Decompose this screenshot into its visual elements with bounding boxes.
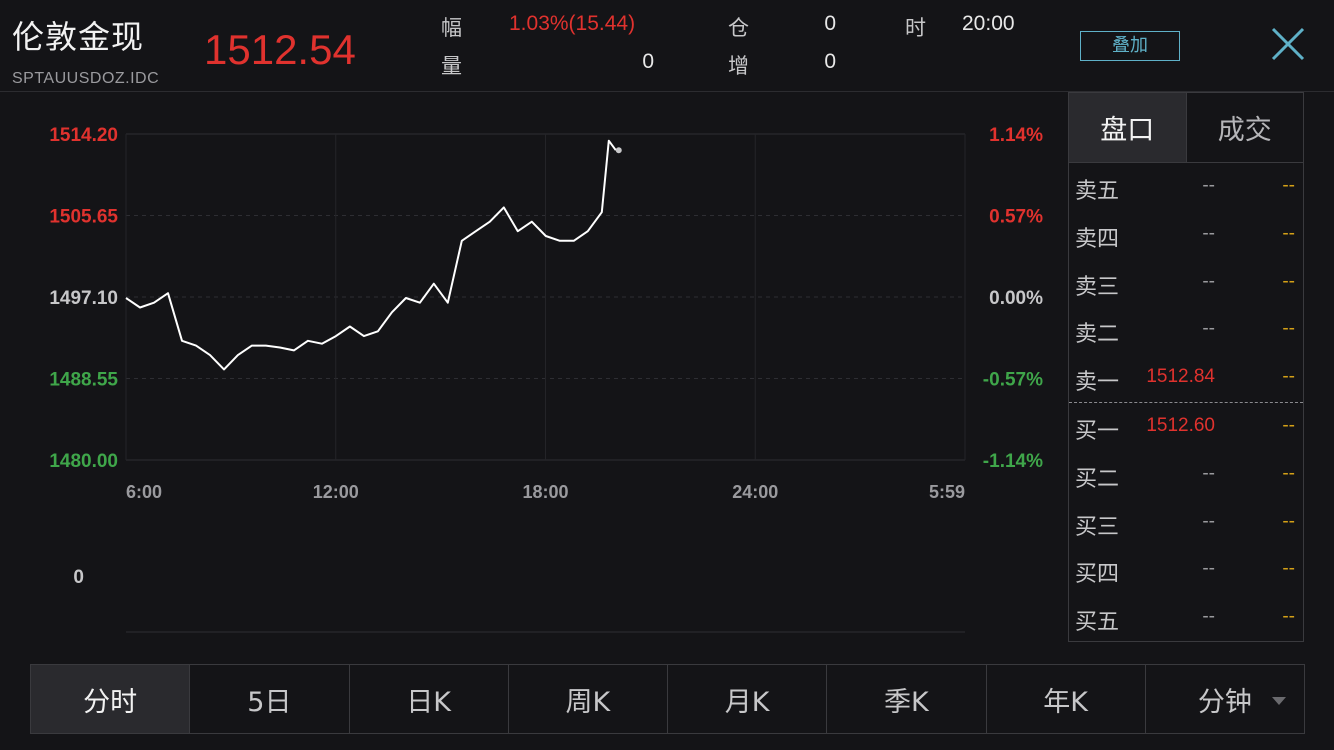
x-tick-label: 24:00 bbox=[732, 482, 778, 502]
bid-price: -- bbox=[1202, 606, 1215, 628]
bid-level-name: 买四 bbox=[1075, 562, 1120, 588]
increase-value: 0 bbox=[824, 50, 836, 73]
tab-trades[interactable]: 成交 bbox=[1187, 93, 1304, 162]
bid-price: -- bbox=[1202, 462, 1215, 484]
tab-daily-k[interactable]: 日K bbox=[350, 665, 509, 733]
ask-volume: -- bbox=[1282, 366, 1295, 388]
order-book-tabs: 盘口 成交 bbox=[1069, 93, 1303, 163]
header: 伦敦金现 SPTAUUSDOZ.IDC 1512.54 幅 1.03%(15.4… bbox=[0, 0, 1334, 92]
intraday-chart[interactable]: 1514.20 1.14% 1505.65 0.57% 1497.10 0.00% 1488… bbox=[0, 92, 1060, 652]
bid-volume: -- bbox=[1282, 414, 1295, 436]
ask-level-name: 卖一 bbox=[1075, 370, 1120, 396]
instrument-name: 伦敦金现 bbox=[12, 18, 145, 56]
y-tick-label-left: 1488.55 bbox=[49, 370, 118, 391]
bid-row: 买四 -- -- bbox=[1069, 546, 1303, 594]
bid-row: 买五 -- -- bbox=[1069, 594, 1303, 642]
ask-volume: -- bbox=[1282, 270, 1295, 292]
ask-volume: -- bbox=[1282, 222, 1295, 244]
price-line bbox=[125, 139, 617, 371]
ask-row: 卖一 1512.84 -- bbox=[1069, 354, 1303, 402]
bid-row: 买一 1512.60 -- bbox=[1069, 403, 1303, 451]
overlay-button[interactable]: 叠加 bbox=[1080, 31, 1180, 61]
tab-order-book[interactable]: 盘口 bbox=[1069, 93, 1187, 162]
chart-svg: 1514.20 1.14% 1505.65 0.57% 1497.10 0.00% 1488… bbox=[49, 125, 1043, 633]
ask-volume: -- bbox=[1282, 175, 1295, 196]
ask-row: 卖四 -- -- bbox=[1069, 211, 1303, 259]
ask-level-name: 卖二 bbox=[1075, 322, 1120, 348]
last-price: 1512.54 bbox=[204, 26, 356, 73]
bid-list: 买一 1512.60 -- 买二 -- -- 买三 -- -- 买四 -- -- 买五 -- -- bbox=[1069, 403, 1303, 642]
y-tick-label-right: 1.14% bbox=[989, 125, 1043, 146]
x-tick-label: 18:00 bbox=[522, 482, 568, 502]
increase-label: 增 bbox=[728, 54, 749, 78]
bid-level-name: 买一 bbox=[1075, 418, 1120, 444]
bid-price: -- bbox=[1202, 558, 1215, 580]
chevron-down-icon bbox=[1272, 697, 1286, 705]
ask-row: 卖二 -- -- bbox=[1069, 306, 1303, 354]
time-value: 20:00 bbox=[962, 12, 1015, 35]
bid-volume: -- bbox=[1282, 462, 1295, 484]
tab-quarterly-k[interactable]: 季K bbox=[827, 665, 987, 733]
tab-weekly-k[interactable]: 周K bbox=[509, 665, 668, 733]
bid-price: 1512.60 bbox=[1146, 414, 1215, 436]
ask-volume: -- bbox=[1282, 318, 1295, 340]
bid-volume: -- bbox=[1282, 606, 1295, 628]
ask-price: -- bbox=[1202, 222, 1215, 244]
y-tick-label-left: 1505.65 bbox=[49, 207, 118, 228]
tab-minute[interactable]: 分钟 bbox=[1146, 665, 1304, 733]
tab-monthly-k[interactable]: 月K bbox=[668, 665, 828, 733]
bid-level-name: 买二 bbox=[1075, 466, 1120, 492]
x-tick-label: 6:00 bbox=[126, 482, 162, 502]
period-tabs: 分时 5日 日K 周K 月K 季K 年K 分钟 bbox=[30, 664, 1305, 734]
bid-level-name: 买五 bbox=[1075, 610, 1120, 636]
bid-row: 买三 -- -- bbox=[1069, 499, 1303, 547]
ask-price: -- bbox=[1202, 318, 1215, 340]
bid-volume: -- bbox=[1282, 510, 1295, 532]
ask-level-name: 卖四 bbox=[1075, 226, 1120, 252]
tab-minute-label: 分钟 bbox=[1197, 686, 1252, 718]
position-label: 仓 bbox=[728, 16, 749, 40]
tab-yearly-k[interactable]: 年K bbox=[987, 665, 1146, 733]
ask-level-name: 卖五 bbox=[1075, 179, 1120, 204]
volume-label: 量 bbox=[441, 54, 462, 78]
time-label: 时 bbox=[905, 16, 926, 40]
volume-value: 0 bbox=[642, 50, 654, 73]
change-value: 1.03%(15.44) bbox=[509, 12, 636, 35]
instrument-code: SPTAUUSDOZ.IDC bbox=[12, 70, 160, 87]
y-tick-label-right: -0.57% bbox=[983, 370, 1043, 391]
y-tick-label-right: 0.57% bbox=[989, 207, 1043, 228]
bid-level-name: 买三 bbox=[1075, 514, 1120, 540]
tab-intraday[interactable]: 分时 bbox=[31, 665, 191, 733]
position-value: 0 bbox=[824, 12, 836, 35]
close-icon[interactable] bbox=[1268, 24, 1308, 64]
y-tick-label-left: 1514.20 bbox=[49, 125, 118, 146]
x-tick-label: 5:59 bbox=[929, 482, 965, 502]
y-tick-label-left: 1497.10 bbox=[49, 288, 118, 309]
change-label: 幅 bbox=[441, 16, 462, 40]
tab-5-day[interactable]: 5日 bbox=[190, 665, 350, 733]
ask-row: 卖三 -- -- bbox=[1069, 259, 1303, 307]
bid-price: -- bbox=[1202, 510, 1215, 532]
ask-price: 1512.84 bbox=[1146, 366, 1215, 388]
ask-price: -- bbox=[1202, 270, 1215, 292]
ask-list: 卖五 -- -- 卖四 -- -- 卖三 -- -- 卖二 -- -- 卖一 1512.84 -- bbox=[1069, 163, 1303, 402]
bid-row: 买二 -- -- bbox=[1069, 451, 1303, 499]
volume-axis-label: 0 bbox=[73, 567, 84, 588]
ask-price: -- bbox=[1202, 175, 1215, 196]
ask-row: 卖五 -- -- bbox=[1069, 163, 1303, 211]
y-tick-label-right: -1.14% bbox=[983, 451, 1043, 472]
y-tick-label-right: 0.00% bbox=[989, 288, 1043, 309]
order-book-panel: 盘口 成交 卖五 -- -- 卖四 -- -- 卖三 -- -- 卖二 -- -- 卖一 1512.84 -… bbox=[1068, 92, 1304, 642]
last-price-dot bbox=[615, 147, 622, 154]
x-tick-label: 12:00 bbox=[313, 482, 359, 502]
y-tick-label-left: 1480.00 bbox=[49, 451, 118, 472]
ask-level-name: 卖三 bbox=[1075, 274, 1120, 300]
bid-volume: -- bbox=[1282, 558, 1295, 580]
